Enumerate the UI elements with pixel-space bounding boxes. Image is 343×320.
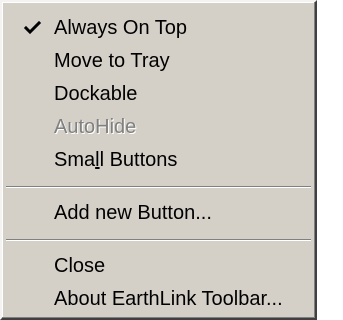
menu-item-add-new-button[interactable]: Add new Button... bbox=[4, 197, 313, 229]
menu-item-autohide: AutoHide bbox=[4, 111, 313, 143]
menu-item-about[interactable]: About EarthLink Toolbar... bbox=[4, 283, 313, 315]
menu-separator bbox=[6, 239, 311, 241]
menu-item-label: Move to Tray bbox=[54, 50, 170, 72]
menu-item-label: Add new Button... bbox=[54, 202, 212, 224]
context-menu: Always On Top Move to Tray Dockable Auto… bbox=[0, 0, 317, 320]
menu-separator bbox=[6, 186, 311, 188]
checkmark-icon bbox=[24, 20, 42, 35]
label-part: Sma bbox=[54, 149, 96, 171]
menu-item-label: Close bbox=[54, 255, 106, 277]
menu-item-move-to-tray[interactable]: Move to Tray bbox=[4, 45, 313, 77]
menu-item-label: Dockable bbox=[54, 83, 138, 105]
menu-item-always-on-top[interactable]: Always On Top bbox=[4, 12, 313, 44]
menu-item-label: AutoHide bbox=[54, 116, 137, 138]
label-part: l Buttons bbox=[99, 149, 178, 171]
menu-item-label: Small Buttons bbox=[54, 144, 177, 176]
menu-item-label: Always On Top bbox=[54, 17, 188, 39]
menu-item-label: About EarthLink Toolbar... bbox=[54, 288, 283, 310]
menu-item-close[interactable]: Close bbox=[4, 250, 313, 282]
menu-item-dockable[interactable]: Dockable bbox=[4, 78, 313, 110]
menu-item-small-buttons[interactable]: Small Buttons bbox=[4, 144, 313, 176]
